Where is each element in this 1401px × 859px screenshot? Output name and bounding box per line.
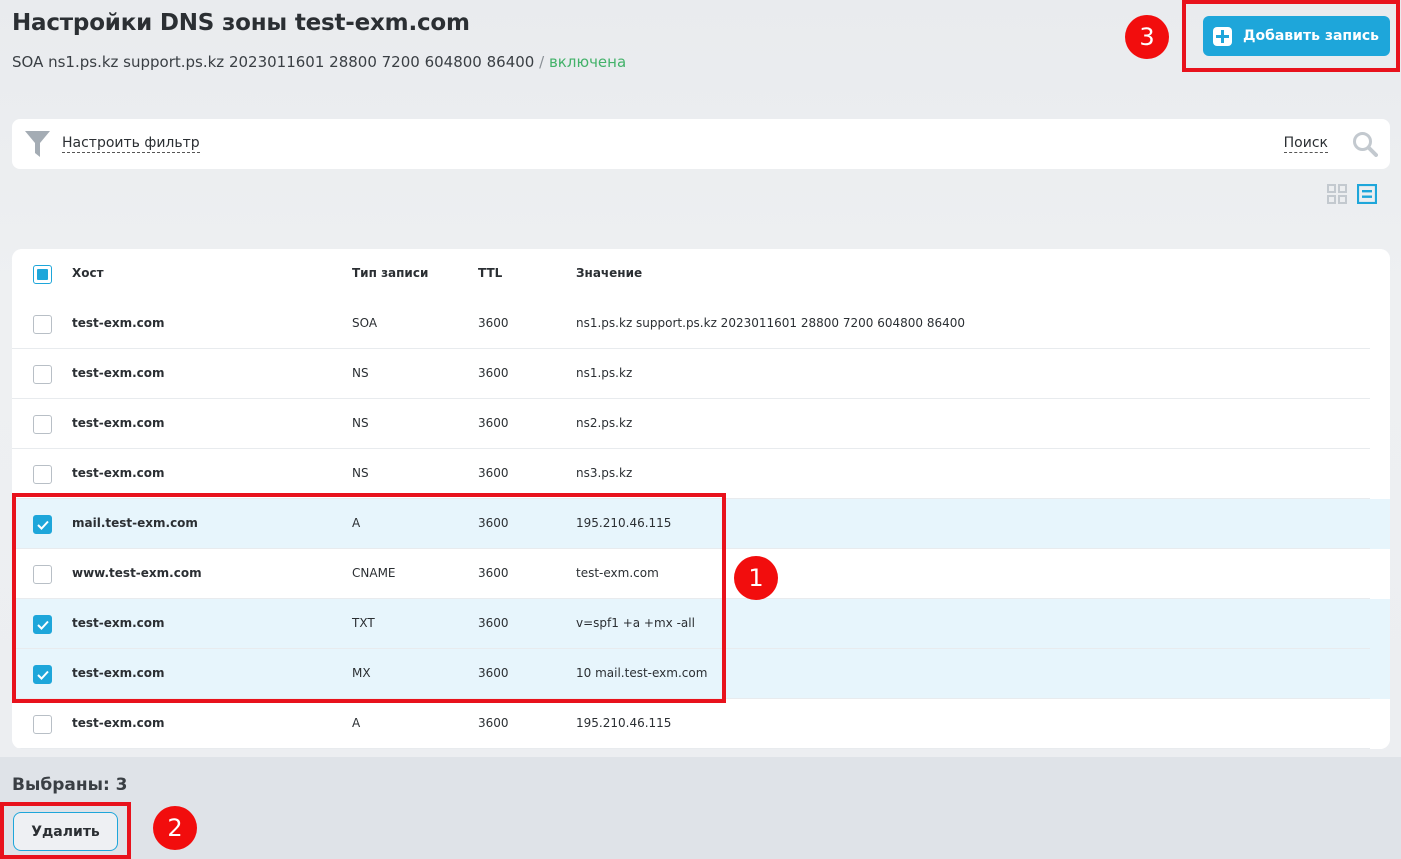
ttl-cell: 3600: [478, 366, 509, 380]
annotation-badge-3: 3: [1125, 15, 1169, 59]
row-checkbox[interactable]: [33, 465, 52, 484]
row-checkbox[interactable]: [33, 365, 52, 384]
row-checkbox[interactable]: [33, 715, 52, 734]
column-value[interactable]: Значение: [576, 266, 642, 280]
host-cell: test-exm.com: [72, 466, 165, 480]
ttl-cell: 3600: [478, 466, 509, 480]
value-cell: ns1.ps.kz support.ps.kz 2023011601 28800…: [576, 316, 965, 330]
filter-funnel-icon[interactable]: [25, 131, 50, 157]
type-cell: NS: [352, 466, 369, 480]
column-type[interactable]: Тип записи: [352, 266, 428, 280]
annotation-box-2: [0, 802, 131, 859]
magnifier-icon[interactable]: [1352, 131, 1378, 157]
type-cell: NS: [352, 366, 369, 380]
column-host[interactable]: Хост: [72, 266, 104, 280]
table-row[interactable]: test-exm.com A 3600 195.210.46.115: [12, 699, 1390, 749]
type-cell: SOA: [352, 316, 378, 330]
soa-summary: SOA ns1.ps.kz support.ps.kz 2023011601 2…: [12, 53, 626, 71]
ttl-cell: 3600: [478, 716, 509, 730]
host-cell: test-exm.com: [72, 366, 165, 380]
annotation-badge-1: 1: [734, 556, 778, 600]
table-row[interactable]: test-exm.com NS 3600 ns3.ps.kz: [12, 449, 1390, 499]
row-checkbox[interactable]: [33, 315, 52, 334]
value-cell: ns2.ps.kz: [576, 416, 633, 430]
annotation-badge-2: 2: [153, 806, 197, 850]
host-cell: test-exm.com: [72, 716, 165, 730]
type-cell: A: [352, 716, 361, 730]
column-ttl[interactable]: TTL: [478, 266, 502, 280]
table-row[interactable]: test-exm.com NS 3600 ns2.ps.kz: [12, 399, 1390, 449]
value-cell: ns3.ps.kz: [576, 466, 633, 480]
select-all-checkbox[interactable]: [33, 265, 52, 284]
ttl-cell: 3600: [478, 416, 509, 430]
table-row[interactable]: test-exm.com NS 3600 ns1.ps.kz: [12, 349, 1390, 399]
annotation-box-3: [1182, 0, 1400, 72]
annotation-box-1: [12, 493, 726, 703]
table-row[interactable]: test-exm.com SOA 3600 ns1.ps.kz support.ps.…: [12, 299, 1390, 349]
type-cell: NS: [352, 416, 369, 430]
host-cell: test-exm.com: [72, 416, 165, 430]
soa-separator: /: [539, 53, 545, 71]
search-link[interactable]: Поиск: [1283, 135, 1328, 153]
grid-view-icon[interactable]: [1327, 184, 1347, 204]
row-divider: [12, 748, 1370, 749]
row-checkbox[interactable]: [33, 415, 52, 434]
value-cell: ns1.ps.kz: [576, 366, 633, 380]
soa-text: SOA ns1.ps.kz support.ps.kz 2023011601 2…: [12, 53, 535, 71]
page-title: Настройки DNS зоны test-exm.com: [12, 10, 470, 36]
zone-status: включена: [548, 53, 627, 71]
list-view-icon[interactable]: [1357, 184, 1377, 204]
table-header: Хост Тип записи TTL Значение: [12, 249, 1390, 299]
configure-filter-link[interactable]: Настроить фильтр: [62, 135, 200, 153]
filter-bar: Настроить фильтр Поиск: [12, 119, 1390, 169]
value-cell: 195.210.46.115: [576, 716, 672, 730]
ttl-cell: 3600: [478, 316, 509, 330]
selected-count: Выбраны: 3: [12, 775, 128, 795]
host-cell: test-exm.com: [72, 316, 165, 330]
